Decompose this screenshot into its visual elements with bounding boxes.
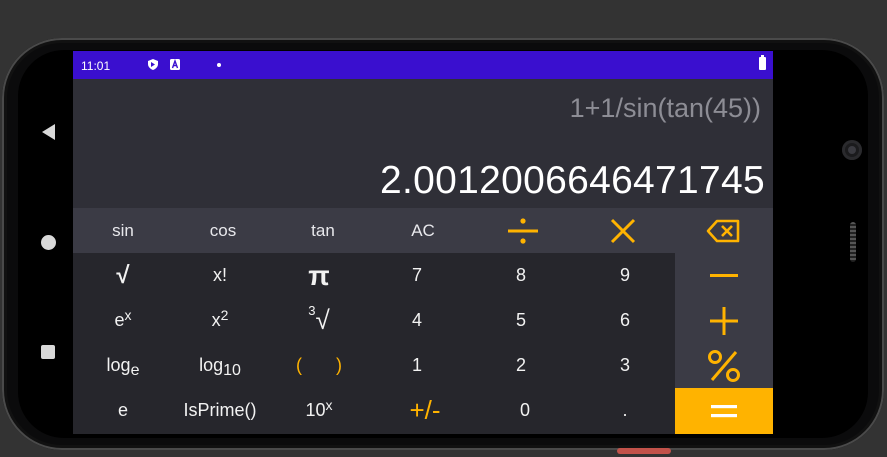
- log10-button[interactable]: log 10: [170, 343, 270, 388]
- minus-icon: [710, 273, 738, 277]
- camera-icon: [842, 140, 862, 160]
- sign-toggle-button[interactable]: +/-: [375, 388, 475, 433]
- key-1[interactable]: 1: [367, 343, 467, 388]
- back-icon[interactable]: [42, 124, 55, 140]
- speaker-grille: [850, 222, 856, 262]
- a-badge-icon: [170, 59, 180, 70]
- pow10-base: 10: [305, 400, 326, 420]
- side-button: [617, 448, 671, 454]
- pow10-button[interactable]: 10 x: [269, 388, 369, 433]
- euler-button[interactable]: e: [73, 388, 173, 433]
- key-6[interactable]: 6: [575, 298, 675, 343]
- pow10-superscript: x: [325, 396, 333, 413]
- status-time: 11:01: [81, 59, 111, 73]
- exp-base: e: [114, 310, 125, 330]
- isprime-button[interactable]: IsPrime(): [170, 388, 270, 433]
- notification-dot-icon: [217, 63, 221, 67]
- status-bar: 11:01: [73, 51, 773, 79]
- divide-icon: [508, 217, 538, 244]
- calculator-screen: 11:01 1+1/sin(tan(45)) 2.001200664647174…: [73, 51, 773, 434]
- paren-close: ): [336, 355, 342, 375]
- decimal-button[interactable]: .: [575, 388, 675, 433]
- key-4[interactable]: 4: [367, 298, 467, 343]
- square-button[interactable]: x2: [170, 298, 270, 343]
- sin-button[interactable]: sin: [73, 208, 173, 253]
- exp-button[interactable]: ex: [73, 298, 173, 343]
- key-2[interactable]: 2: [471, 343, 571, 388]
- ln-base: log: [106, 355, 131, 375]
- cube-root-symbol: √: [315, 305, 330, 335]
- percent-button[interactable]: [674, 343, 773, 388]
- log10-base: log: [199, 355, 224, 375]
- home-icon[interactable]: [41, 235, 56, 250]
- backspace-icon: [706, 219, 740, 242]
- expression-text: 1+1/sin(tan(45)): [569, 93, 761, 123]
- ln-button[interactable]: log e: [73, 343, 173, 388]
- function-row: sin cos tan AC: [73, 208, 773, 253]
- multiply-icon: [610, 218, 636, 243]
- square-base: x: [211, 310, 221, 330]
- equals-button[interactable]: [674, 388, 773, 433]
- key-5[interactable]: 5: [471, 298, 571, 343]
- clear-button[interactable]: AC: [373, 208, 473, 253]
- divide-button[interactable]: [473, 208, 573, 253]
- factorial-button[interactable]: x!: [170, 253, 270, 298]
- tan-button[interactable]: tan: [273, 208, 373, 253]
- equals-icon: [711, 404, 737, 417]
- key-9[interactable]: 9: [575, 253, 675, 298]
- key-7[interactable]: 7: [367, 253, 467, 298]
- cube-root-index: 3: [308, 303, 316, 318]
- recents-icon[interactable]: [41, 345, 55, 359]
- plus-button[interactable]: [674, 298, 773, 343]
- backspace-button[interactable]: [673, 208, 773, 253]
- plus-icon: [710, 306, 738, 335]
- sqrt-button[interactable]: √: [73, 253, 173, 298]
- shield-icon: [148, 59, 158, 70]
- square-superscript: 2: [220, 306, 229, 323]
- minus-button[interactable]: [674, 253, 773, 298]
- key-0[interactable]: 0: [475, 388, 575, 433]
- ln-subscript: e: [130, 361, 140, 379]
- key-3[interactable]: 3: [575, 343, 675, 388]
- battery-icon: [759, 55, 766, 70]
- multiply-button[interactable]: [573, 208, 673, 253]
- cos-button[interactable]: cos: [173, 208, 273, 253]
- log10-subscript: 10: [223, 361, 241, 379]
- pi-button[interactable]: π: [269, 253, 369, 298]
- paren-open: (: [296, 355, 302, 375]
- exp-superscript: x: [124, 306, 132, 323]
- parentheses-button[interactable]: ( ): [269, 343, 369, 388]
- calculator-display: 1+1/sin(tan(45)) 2.0012006646471745: [73, 79, 773, 208]
- cube-root-button[interactable]: 3 √: [269, 298, 369, 343]
- percent-icon: [708, 349, 740, 382]
- result-text: 2.0012006646471745: [380, 159, 765, 202]
- key-8[interactable]: 8: [471, 253, 571, 298]
